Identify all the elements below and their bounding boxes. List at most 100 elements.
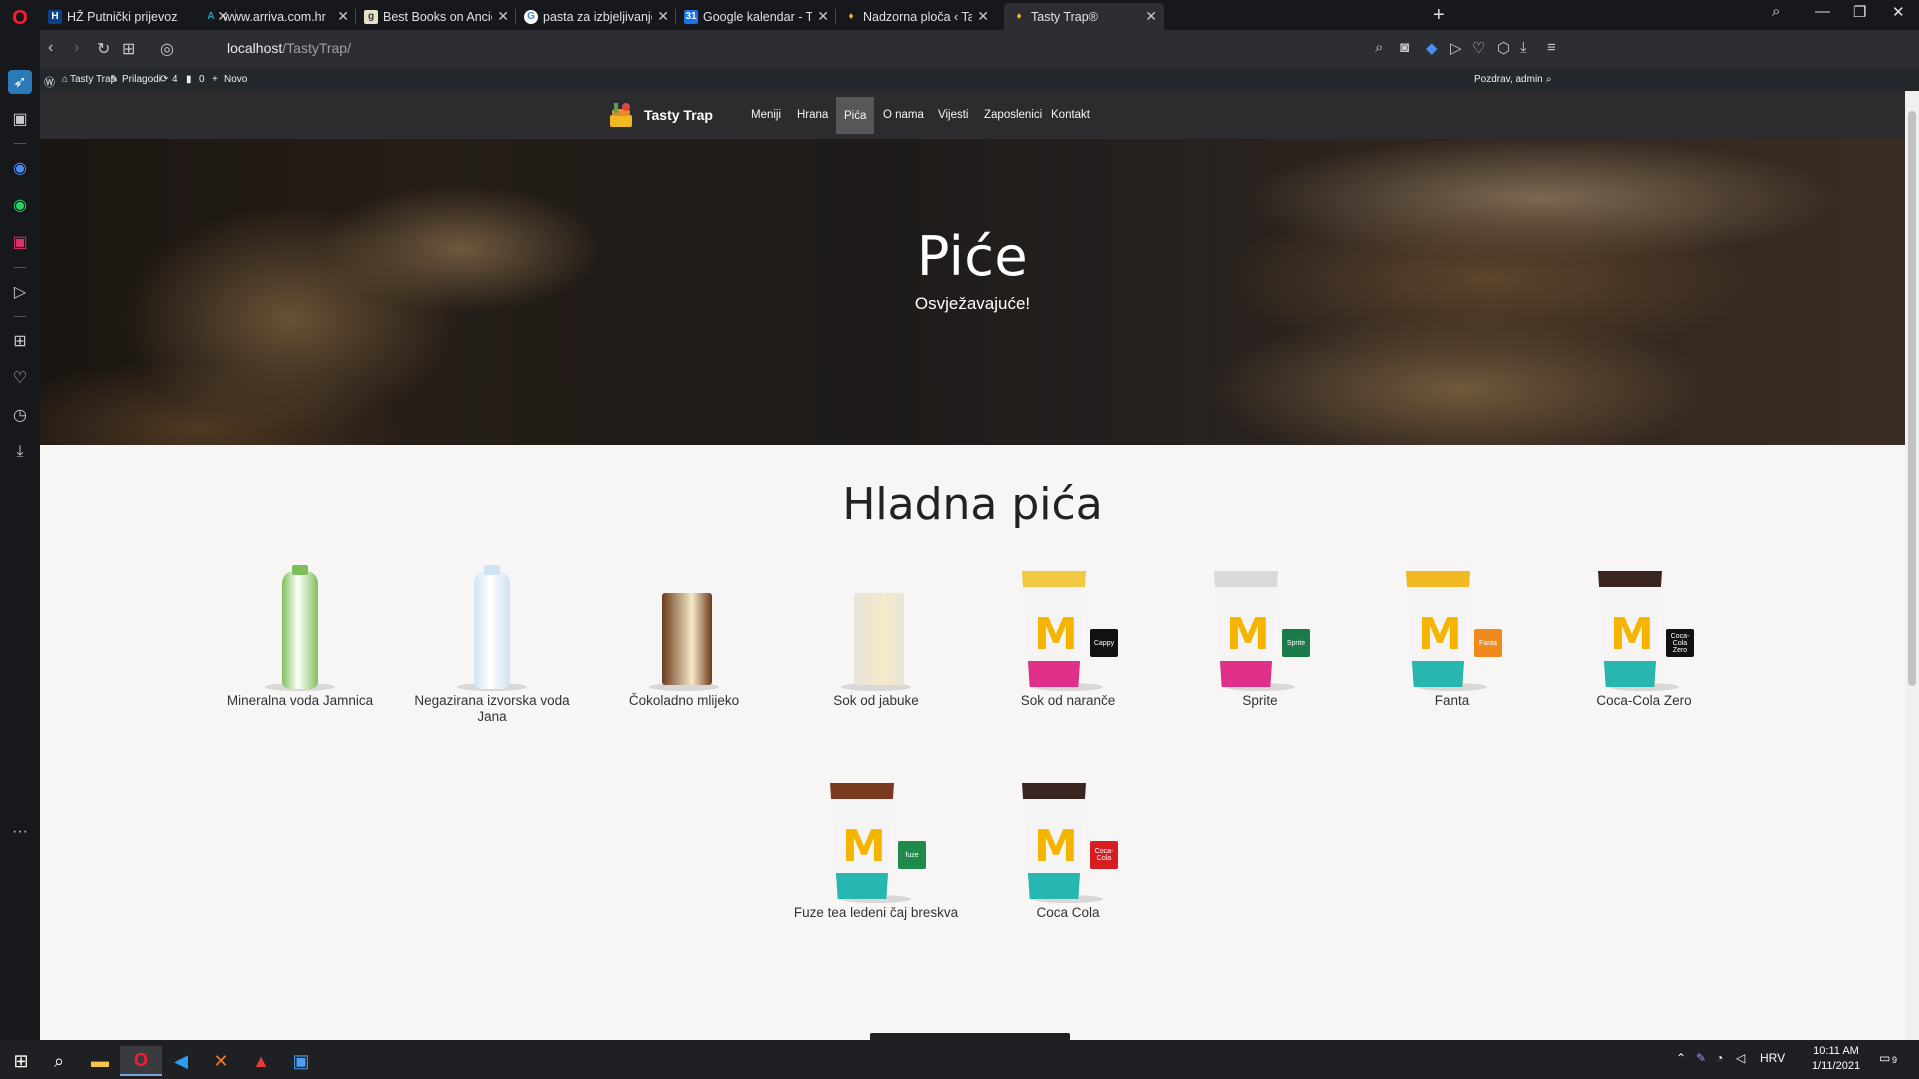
nav-vijesti[interactable]: Vijesti — [930, 91, 976, 139]
forward-icon[interactable]: › — [74, 39, 79, 57]
search-icon[interactable]: ⌕ — [1375, 39, 1383, 56]
instagram-icon[interactable]: ▣ — [8, 230, 32, 254]
filezilla-icon[interactable]: ▲ — [240, 1046, 282, 1076]
nav-kontakt[interactable]: Kontakt — [1043, 91, 1098, 139]
volume-icon[interactable]: ◁ — [1736, 1051, 1745, 1065]
product-card[interactable]: Mineralna voda Jamnica — [210, 563, 390, 709]
wp-comments-count[interactable]: 0 — [199, 74, 205, 85]
wp-customize-link[interactable]: Prilagodi — [122, 74, 161, 85]
nav-o-nama[interactable]: O nama — [875, 91, 932, 139]
product-card[interactable]: Čokoladno mlijeko — [594, 563, 774, 709]
product-name[interactable]: Fanta — [1362, 693, 1542, 709]
tray-arrow-icon[interactable]: ⌃ — [1676, 1051, 1686, 1065]
tabs-grid-icon[interactable]: ⊞ — [122, 39, 135, 59]
downloads-icon[interactable]: ⤓ — [8, 440, 32, 464]
browser-tab[interactable]: g Best Books on Ancient Gre ✕ — [356, 3, 516, 30]
search-icon[interactable]: ⌕ — [38, 1046, 80, 1076]
product-image[interactable] — [402, 563, 582, 693]
product-image[interactable]: M Cappy — [978, 563, 1158, 693]
close-window-icon[interactable]: ✕ — [1892, 3, 1905, 21]
product-name[interactable]: Mineralna voda Jamnica — [210, 693, 390, 709]
product-image[interactable]: M Fanta — [1362, 563, 1542, 693]
browser-tab[interactable]: G pasta za izbjeljivanje zubi - ✕ — [516, 3, 676, 30]
product-card[interactable]: Negazirana izvorska voda Jana — [402, 563, 582, 724]
product-image[interactable] — [594, 563, 774, 693]
product-name[interactable]: Coca-Cola Zero — [1554, 693, 1734, 709]
vscode-icon[interactable]: ◀ — [160, 1046, 202, 1076]
product-name[interactable]: Sprite — [1170, 693, 1350, 709]
product-image[interactable] — [210, 563, 390, 693]
reload-icon[interactable]: ↻ — [97, 39, 110, 59]
menu-icon[interactable]: ≡ — [1547, 39, 1556, 56]
back-icon[interactable]: ‹ — [48, 39, 53, 57]
wp-updates-count[interactable]: 4 — [172, 74, 178, 85]
close-tab-icon[interactable]: ✕ — [817, 8, 829, 25]
close-tab-icon[interactable]: ✕ — [657, 8, 669, 25]
close-tab-icon[interactable]: ✕ — [1145, 8, 1157, 25]
nav-meniji[interactable]: Meniji — [743, 91, 789, 139]
product-name[interactable]: Sok od naranče — [978, 693, 1158, 709]
wp-greeting[interactable]: Pozdrav, admin — [1474, 74, 1543, 85]
product-name[interactable]: Negazirana izvorska voda Jana — [402, 693, 582, 724]
product-image[interactable] — [786, 563, 966, 693]
product-image[interactable]: M Sprite — [1170, 563, 1350, 693]
browser-tab-active[interactable]: ♦ Tasty Trap® ✕ — [1004, 3, 1164, 30]
briefcase-icon[interactable]: ▣ — [8, 107, 32, 131]
wifi-icon[interactable]: ◔ — [1716, 1051, 1723, 1065]
history-icon[interactable]: ◷ — [8, 403, 32, 427]
close-tab-icon[interactable]: ✕ — [497, 8, 509, 25]
product-image[interactable]: M Coca-Cola Zero — [1554, 563, 1734, 693]
nav-pica[interactable]: Pića — [836, 97, 875, 134]
opera-logo-icon[interactable]: O — [8, 6, 32, 30]
product-name[interactable]: Sok od jabuke — [786, 693, 966, 709]
flow-icon[interactable]: ▷ — [1450, 39, 1462, 57]
new-tab-icon[interactable]: + — [1433, 4, 1445, 27]
product-card[interactable]: M Fanta Fanta — [1362, 563, 1542, 709]
product-name[interactable]: Čokoladno mlijeko — [594, 693, 774, 709]
heart-icon[interactable]: ♡ — [8, 366, 32, 390]
site-brand[interactable]: Tasty Trap — [644, 107, 713, 123]
browser-tab[interactable]: ♦ Nadzorna ploča ‹ Tasty Tra ✕ — [836, 3, 996, 30]
cube-icon[interactable]: ⬡ — [1497, 39, 1510, 57]
minimize-icon[interactable]: — — [1815, 3, 1830, 20]
clock[interactable]: 10:11 AM 1/11/2021 — [1805, 1044, 1867, 1075]
speed-dial-icon[interactable]: ⊞ — [8, 329, 32, 353]
product-image[interactable]: Mfuze — [786, 775, 966, 905]
search-tabs-icon[interactable]: ⌕ — [1772, 3, 1780, 20]
messenger-icon[interactable]: ◉ — [8, 156, 32, 180]
nav-hrana[interactable]: Hrana — [789, 91, 836, 139]
whatsapp-icon[interactable]: ◉ — [8, 193, 32, 217]
search-icon[interactable]: ⌕ — [1546, 74, 1552, 85]
product-card[interactable]: M Coca-Cola Zero Coca-Cola Zero — [1554, 563, 1734, 709]
opera-taskbar-icon[interactable]: O — [120, 1046, 162, 1076]
product-card[interactable]: M Sprite Sprite — [1170, 563, 1350, 709]
product-card[interactable]: Sok od jabuke — [786, 563, 966, 709]
product-name[interactable]: Coca Cola — [978, 905, 1158, 921]
notification-icon[interactable]: ▭ — [1879, 1051, 1890, 1065]
download-icon[interactable]: ⤓ — [1520, 39, 1527, 56]
browser-tab[interactable]: A www.arriva.com.hr ✕ — [196, 3, 356, 30]
product-card[interactable]: M Cappy Sok od naranče — [978, 563, 1158, 709]
scrollbar-thumb[interactable] — [1908, 111, 1916, 686]
tasty-trap-logo-icon[interactable] — [606, 99, 636, 129]
pen-icon[interactable]: ✎ — [1696, 1051, 1706, 1065]
windows-start-icon[interactable]: ⊞ — [0, 1046, 42, 1076]
close-tab-icon[interactable]: ✕ — [977, 8, 989, 25]
heart-icon[interactable]: ♡ — [1472, 39, 1485, 57]
wp-new-link[interactable]: Novo — [224, 74, 247, 85]
product-card[interactable]: Mfuze Fuze tea ledeni čaj breskva — [786, 775, 966, 921]
xampp-icon[interactable]: ✕ — [200, 1046, 242, 1076]
shield-icon[interactable]: ◆ — [1426, 39, 1438, 57]
url-field[interactable]: localhost/TastyTrap/ — [227, 40, 351, 56]
close-tab-icon[interactable]: ✕ — [337, 8, 349, 25]
language-indicator[interactable]: HRV — [1760, 1051, 1785, 1065]
product-card[interactable]: M Coca-Cola Coca Cola — [978, 775, 1158, 921]
product-name[interactable]: Fuze tea ledeni čaj breskva — [786, 905, 966, 921]
more-icon[interactable]: ··· — [8, 820, 32, 844]
player-icon[interactable]: ▷ — [8, 280, 32, 304]
page-scrollbar[interactable] — [1905, 91, 1919, 1040]
restore-icon[interactable]: ❐ — [1853, 3, 1866, 21]
file-explorer-icon[interactable]: ▬ — [79, 1046, 121, 1076]
snapshot-icon[interactable]: ◙ — [1400, 39, 1409, 56]
nav-zaposlenici[interactable]: Zaposlenici — [976, 91, 1050, 139]
